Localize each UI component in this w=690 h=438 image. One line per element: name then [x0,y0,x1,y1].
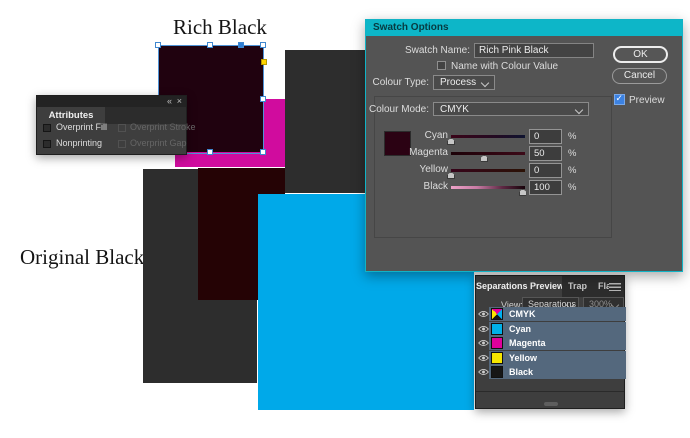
colour-type-value: Process [440,77,476,88]
magenta-slider-track[interactable] [451,152,525,155]
ok-button[interactable]: OK [613,46,668,63]
black-slider-label: Black [366,181,448,192]
nonprinting-checkbox[interactable] [43,140,51,148]
separations-preview-panel: Separations Preview Trap Flatt View: Sep… [475,275,625,409]
cyan-value-input[interactable]: 0 [529,129,562,144]
swatch-name-input[interactable]: Rich Pink Black [474,43,594,58]
eye-icon[interactable] [478,309,489,319]
tab-separations-preview[interactable]: Separations Preview [476,276,562,297]
plain-black-rect[interactable] [285,50,367,193]
eye-icon[interactable] [478,367,489,377]
colour-mode-label: Colour Mode: [366,104,429,115]
colour-mode-dropdown[interactable]: CMYK [433,102,589,116]
yellow-slider-track[interactable] [451,169,525,172]
selection-handle[interactable] [207,149,213,155]
yellow-value-input[interactable]: 0 [529,163,562,178]
eye-icon[interactable] [478,353,489,363]
colour-type-label: Colour Type: [366,77,429,88]
colour-type-dropdown[interactable]: Process [433,75,495,90]
black-swatch-icon [491,366,503,378]
black-value-input[interactable]: 100 [529,180,562,195]
nonprinting-label: Nonprinting [56,138,102,148]
collapse-panel-icon[interactable] [167,96,172,107]
cmyk-swatch-icon [491,308,503,320]
tab-trap[interactable]: Trap [568,276,594,297]
overprint-stroke-label: Overprint Stroke [130,122,196,132]
cancel-button[interactable]: Cancel [612,68,667,84]
colour-mode-value: CMYK [440,104,469,115]
panel-divider [476,391,624,392]
chevron-down-icon [481,79,489,87]
dialog-title: Swatch Options [373,20,449,36]
swatch-options-dialog: Swatch Options Swatch Name: Rich Pink Bl… [365,19,683,272]
overprint-stroke-checkbox [118,124,126,132]
separation-label: CMYK [509,307,536,321]
selection-handle[interactable] [260,42,266,48]
eye-icon[interactable] [478,324,489,334]
magenta-swatch-icon [491,337,503,349]
name-with-value-checkbox[interactable] [437,61,446,70]
separation-label: Yellow [509,351,537,365]
attributes-panel: Attributes Overprint Fill Overprint Stro… [36,95,187,155]
preview-checkbox[interactable] [614,94,625,105]
name-with-value-label: Name with Colour Value [451,61,558,72]
separation-row-cyan[interactable]: Cyan [476,322,626,336]
black-slider-track[interactable] [451,186,525,189]
yellow-slider-label: Yellow [366,164,448,175]
selection-handle[interactable] [155,42,161,48]
rich-black-label: Rich Black [173,15,267,40]
dialog-titlebar[interactable]: Swatch Options [366,20,682,36]
separation-row-magenta[interactable]: Magenta [476,336,626,350]
chevron-down-icon [575,106,583,114]
separation-row-cmyk[interactable]: CMYK [476,307,626,321]
overprint-fill-label: Overprint Fill [56,122,107,132]
live-corner-widget[interactable] [261,59,267,65]
selection-handle[interactable] [260,96,266,102]
cyan-slider-label: Cyan [366,130,448,141]
panel-menu-icon[interactable] [609,282,621,291]
yellow-unit-label: % [568,165,576,176]
separation-row-yellow[interactable]: Yellow [476,351,626,365]
selection-handle[interactable] [207,42,213,48]
magenta-slider-label: Magenta [366,147,448,158]
yellow-swatch-icon [491,352,503,364]
selection-handle-active[interactable] [238,42,244,48]
selection-handle[interactable] [260,149,266,155]
original-black-label: Original Black [20,245,144,270]
panel-resize-grip[interactable] [544,402,558,406]
swatch-name-label: Swatch Name: [366,45,470,56]
cyan-unit-label: % [568,131,576,142]
eye-icon[interactable] [478,338,489,348]
attributes-titlebar[interactable] [37,96,186,107]
separations-tabbar: Separations Preview Trap Flatt [476,276,624,297]
cyan-swatch-icon [491,323,503,335]
preview-label: Preview [629,95,665,106]
separation-label: Magenta [509,336,546,350]
black-unit-label: % [568,182,576,193]
separation-label: Black [509,365,533,379]
magenta-unit-label: % [568,148,576,159]
magenta-value-input[interactable]: 50 [529,146,562,161]
overprint-fill-checkbox[interactable] [43,124,51,132]
overprint-gap-checkbox [118,140,126,148]
close-panel-icon[interactable] [177,96,182,107]
separation-label: Cyan [509,322,531,336]
overprint-gap-label: Overprint Gap [130,138,187,148]
cyan-slider-track[interactable] [451,135,525,138]
separation-row-black[interactable]: Black [476,365,626,379]
